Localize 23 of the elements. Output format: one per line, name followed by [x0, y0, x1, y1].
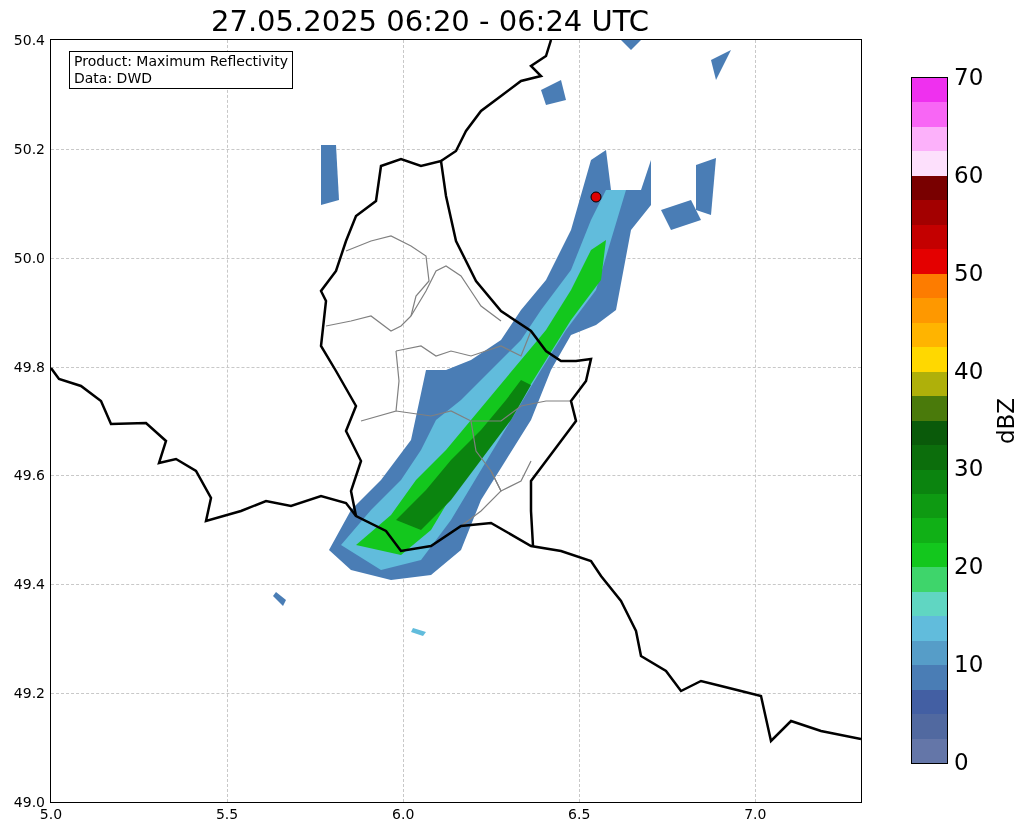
y-tick-label: 49.6: [13, 467, 45, 484]
y-tick-label: 49.8: [13, 358, 45, 375]
colorbar-tick-label: 0: [954, 749, 969, 775]
y-tick-label: 49.4: [13, 576, 45, 593]
x-tick-label: 6.5: [568, 806, 591, 822]
colorbar-tick-label: 50: [954, 259, 984, 286]
colorbar-tick-label: 70: [954, 64, 984, 90]
x-tick-label: 5.5: [215, 806, 239, 822]
y-tick-label: 50.2: [13, 140, 45, 157]
x-tick-label: 7.0: [744, 806, 767, 822]
chart-title: 27.05.2025 06:20 - 06:24 UTC: [211, 3, 649, 39]
colorbar-tick-label: 10: [954, 651, 984, 678]
colorbar-label: dBZ: [993, 397, 1019, 444]
y-tick-label: 49.2: [13, 685, 45, 702]
colorbar-tick-label: 30: [954, 455, 984, 482]
colorbar-tick-label: 60: [954, 161, 984, 188]
y-tick-label: 50.0: [13, 249, 45, 266]
y-tick-label: 50.4: [13, 32, 45, 48]
colorbar-tick-label: 40: [954, 357, 984, 384]
info-text: Product: Maximum Reflectivity: [74, 53, 288, 70]
colorbar-tick-label: 20: [954, 553, 984, 580]
info-text: Data: DWD: [74, 70, 153, 87]
x-tick-label: 6.0: [392, 806, 415, 822]
